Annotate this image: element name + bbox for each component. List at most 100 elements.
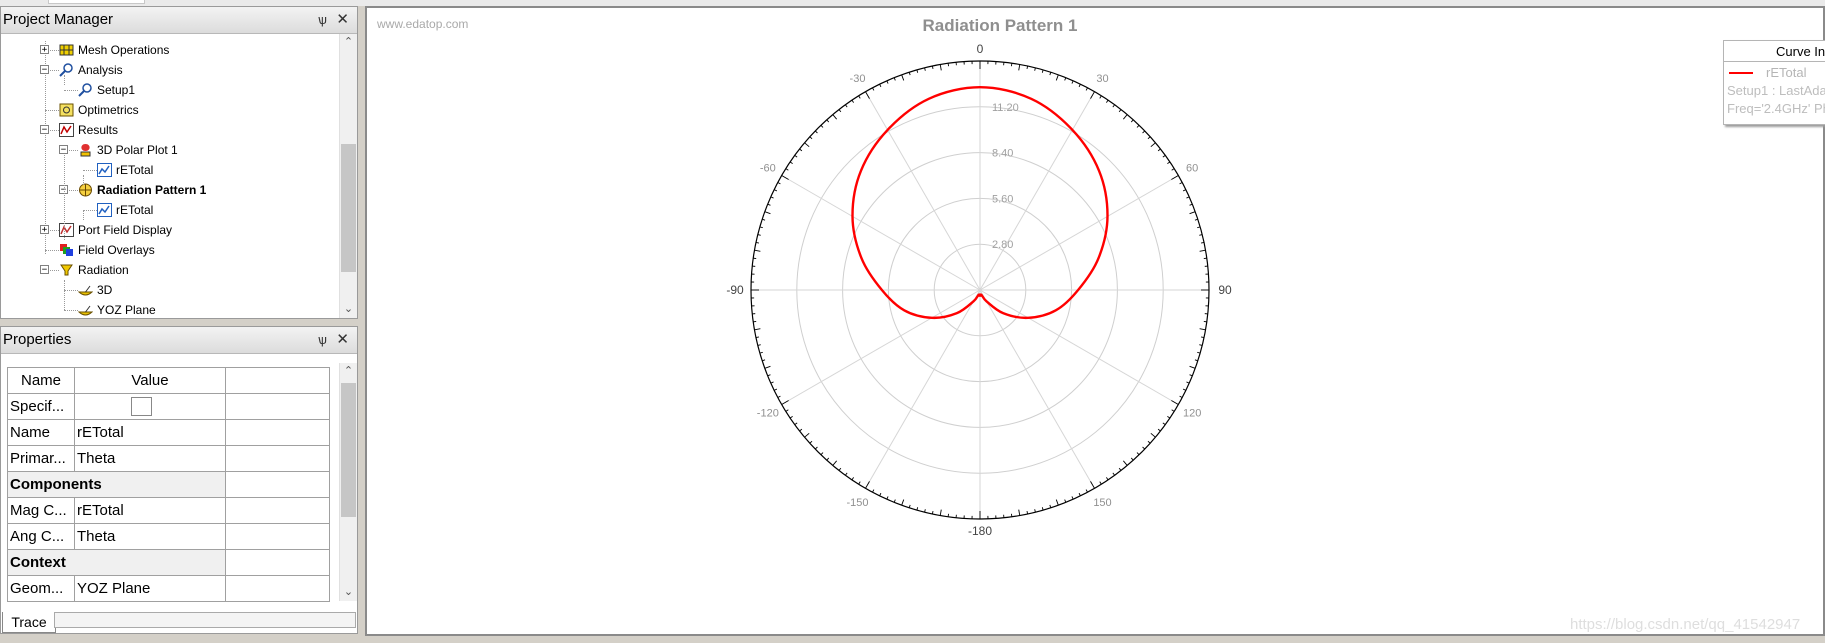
plot-window[interactable]: www.edatop.com Radiation Pattern 1 0 30 60… [365,6,1825,636]
expand-icon[interactable]: + [40,225,49,235]
tree-item[interactable]: Field Overlays [1,240,331,260]
radiation-icon [59,263,74,277]
angle-tick [794,422,798,425]
property-value[interactable]: YOZ Plane [74,575,226,602]
column-header-extra[interactable] [225,367,330,394]
tree-item[interactable]: − Analysis [1,60,331,80]
property-name: Ang C... [7,523,75,550]
tree-item[interactable]: Optimetrics [1,100,331,120]
analysis-icon [59,63,74,77]
property-category-label: Context [7,549,226,576]
tree-item[interactable]: + Port Field Display [1,220,331,240]
angle-tick [1182,189,1187,192]
angle-tick [886,80,889,84]
column-header-name[interactable]: Name [7,367,75,394]
collapse-icon[interactable]: − [59,145,68,155]
scroll-up-icon[interactable]: ⌃ [340,363,357,380]
tree-item[interactable]: 3D [1,280,331,300]
setup-icon [78,83,93,97]
angle-tick [781,175,789,180]
property-value[interactable]: Theta [74,523,226,550]
grid-spoke [979,289,1179,405]
property-extra-cell [225,549,330,576]
angle-tick [916,507,919,511]
tree-item[interactable]: − Radiation Pattern 1 [1,180,331,200]
tree-item[interactable]: rETotal [1,160,331,180]
close-icon[interactable]: ✕ [336,327,349,353]
angle-tick [1189,211,1196,215]
pin-icon[interactable]: ѱ [318,327,327,353]
property-value[interactable]: Theta [74,445,226,472]
angle-tick [1064,499,1067,503]
scrollbar-thumb[interactable] [341,144,356,272]
expand-icon[interactable]: + [40,45,49,55]
collapse-icon[interactable]: − [40,265,49,275]
property-category-row[interactable]: Components [7,471,330,498]
property-row[interactable]: Mag C... rETotal [7,497,330,524]
radial-tick-label: 2.80 [992,239,1013,251]
polar-chart: 0 30 60 90 120 150 -180 -150 -120 -90 -60 -30 2.80 5.… [726,42,1232,538]
angle-tick [1186,381,1190,384]
tree-item[interactable]: Setup1 [1,80,331,100]
tree-item[interactable]: − Radiation [1,260,331,280]
tab-trace[interactable]: Trace [2,612,56,633]
angle-tick [755,241,760,244]
tree-connector-line [64,155,65,240]
property-name: Specif... [7,393,75,420]
angle-tick [1130,119,1134,123]
tree-connector-line [83,210,84,220]
angle-label: 150 [1093,497,1111,509]
angle-label: -150 [846,497,868,509]
property-category-row[interactable]: Context [7,549,330,576]
property-checkbox[interactable] [131,397,152,416]
angle-tick [1179,182,1183,185]
document-tab-hint[interactable] [48,0,145,4]
angle-tick [908,72,911,76]
properties-scrollbar[interactable]: ⌃ ⌄ [339,363,357,601]
property-row[interactable]: Geom... YOZ Plane [7,575,330,602]
close-icon[interactable]: ✕ [336,7,349,33]
angle-tick [1041,507,1044,511]
property-row[interactable]: Ang C... Theta [7,523,330,550]
collapse-icon[interactable]: − [40,125,49,135]
tree-item[interactable]: − Results [1,120,331,140]
angle-tick [762,218,766,221]
angle-tick [814,446,818,450]
tree-item[interactable]: YOZ Plane [1,300,331,318]
property-row[interactable]: Specif... [7,393,330,420]
tree-item[interactable]: − 3D Polar Plot 1 [1,140,331,160]
tree-item[interactable]: + Mesh Operations [1,40,331,60]
tree-connector-line [64,280,65,310]
property-extra-cell [225,445,330,472]
scroll-down-icon[interactable]: ⌄ [340,301,357,318]
grid-spoke [781,175,981,291]
tree-connector-line [45,110,59,111]
pin-icon[interactable]: ѱ [318,7,327,33]
angle-tick [1179,395,1183,398]
curve-info-legend[interactable]: Curve Info rETotal Setup1 : LastAdaptive… [1723,40,1825,125]
project-tree: + Mesh Operations − Analysis Setup1 Optimetri… [1,40,339,318]
angle-label: -30 [850,73,866,85]
angle-tick [809,136,813,140]
property-value[interactable] [74,393,226,420]
collapse-icon[interactable]: − [40,65,49,75]
tree-item[interactable]: rETotal [1,200,331,220]
angle-tick [858,95,861,99]
angle-tick [931,510,934,515]
property-row[interactable]: Primar... Theta [7,445,330,472]
property-row[interactable]: Name rETotal [7,419,330,446]
angle-tick [1150,142,1156,148]
angle-tick [1090,91,1095,99]
angle-tick [908,504,911,508]
property-value[interactable]: rETotal [74,419,226,446]
tree-item-label: Mesh Operations [78,43,170,57]
column-header-value[interactable]: Value [74,367,226,394]
scroll-down-icon[interactable]: ⌄ [340,584,357,601]
scrollbar-thumb[interactable] [341,383,356,517]
property-value[interactable]: rETotal [74,497,226,524]
angle-tick [814,130,818,134]
scroll-up-icon[interactable]: ⌃ [340,34,357,51]
angle-tick [820,452,824,456]
project-tree-scrollbar[interactable]: ⌃ ⌄ [339,34,357,318]
angle-tick [1071,80,1074,84]
